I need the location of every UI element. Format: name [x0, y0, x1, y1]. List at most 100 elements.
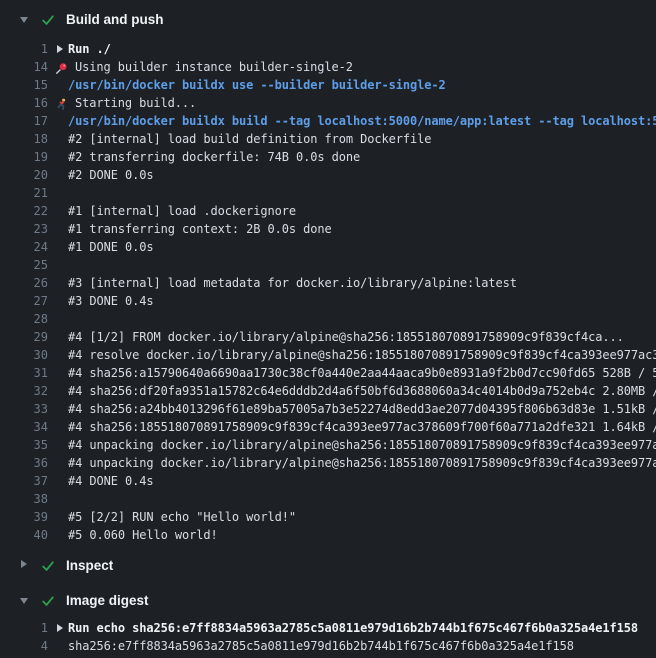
log-text: #3 [internal] load metadata for docker.i…: [68, 274, 656, 292]
log-line[interactable]: 39 #5 [2/2] RUN echo "Hello world!": [0, 508, 656, 526]
log-group-header-image-digest[interactable]: Image digest: [0, 590, 656, 610]
log-text: #2 [internal] load build definition from…: [68, 130, 656, 148]
log-line[interactable]: 15 /usr/bin/docker buildx use --builder …: [0, 76, 656, 94]
log-line[interactable]: 27 #3 DONE 0.4s: [0, 292, 656, 310]
log-line[interactable]: 16 Starting build...: [0, 94, 656, 112]
line-number-link[interactable]: 24: [0, 238, 48, 256]
group-title-image-digest: Image digest: [66, 592, 149, 610]
log-line[interactable]: 18 #2 [internal] load build definition f…: [0, 130, 656, 148]
log-text: sha256:e7ff8834a5963a2785c5a0811e979d16b…: [68, 637, 656, 655]
log-line[interactable]: 29 #4 [1/2] FROM docker.io/library/alpin…: [0, 328, 656, 346]
log-group-header-inspect[interactable]: Inspect: [0, 555, 656, 575]
log-text: #5 [2/2] RUN echo "Hello world!": [68, 508, 656, 526]
log-text: Run ./: [68, 40, 656, 58]
line-number-link[interactable]: 29: [0, 328, 48, 346]
log-line[interactable]: 26 #3 [internal] load metadata for docke…: [0, 274, 656, 292]
line-number-link[interactable]: 19: [0, 148, 48, 166]
line-number-link[interactable]: 33: [0, 400, 48, 418]
log-line[interactable]: 4 sha256:e7ff8834a5963a2785c5a0811e979d1…: [0, 637, 656, 655]
line-number-link[interactable]: 36: [0, 454, 48, 472]
group-title-build-and-push: Build and push: [66, 11, 164, 29]
log-line[interactable]: 19 #2 transferring dockerfile: 74B 0.0s …: [0, 148, 656, 166]
log-line[interactable]: 23 #1 transferring context: 2B 0.0s done: [0, 220, 656, 238]
log-line[interactable]: 1 Run ./: [0, 40, 656, 58]
line-number-link[interactable]: 16: [0, 94, 48, 112]
line-number-link[interactable]: 23: [0, 220, 48, 238]
success-check-icon: [41, 12, 55, 31]
chevron-down-icon[interactable]: [20, 598, 28, 604]
log-text: #4 sha256:df20fa9351a15782c64e6dddb2d4a6…: [68, 382, 656, 400]
log-group-header-build-and-push[interactable]: Build and push: [0, 9, 656, 29]
log-line[interactable]: 31 #4 sha256:a15790640a6690aa1730c38cf0a…: [0, 364, 656, 382]
line-number-link[interactable]: 18: [0, 130, 48, 148]
play-expander-icon[interactable]: [57, 45, 63, 53]
line-number-link[interactable]: 22: [0, 202, 48, 220]
line-number-link[interactable]: 34: [0, 418, 48, 436]
line-number-link[interactable]: 30: [0, 346, 48, 364]
log-line[interactable]: 28: [0, 310, 656, 328]
line-number-link[interactable]: 37: [0, 472, 48, 490]
log-text: Starting build...: [75, 94, 656, 112]
actions-log-panel: Build and push 1 Run ./ 14 Using builder…: [0, 0, 656, 658]
line-number-link[interactable]: 21: [0, 184, 48, 202]
success-check-icon: [41, 593, 55, 612]
log-line[interactable]: 37 #4 DONE 0.4s: [0, 472, 656, 490]
play-expander-icon[interactable]: [57, 624, 63, 632]
line-number-link[interactable]: 31: [0, 364, 48, 382]
line-number-link[interactable]: 32: [0, 382, 48, 400]
line-number-link[interactable]: 38: [0, 490, 48, 508]
chevron-down-icon[interactable]: [20, 17, 28, 23]
log-text: #1 DONE 0.0s: [68, 238, 656, 256]
log-line[interactable]: 38: [0, 490, 656, 508]
line-number-link[interactable]: 26: [0, 274, 48, 292]
line-number-link[interactable]: 15: [0, 76, 48, 94]
log-text: #4 resolve docker.io/library/alpine@sha2…: [68, 346, 656, 364]
log-text: #5 0.060 Hello world!: [68, 526, 656, 544]
log-text: #4 sha256:a15790640a6690aa1730c38cf0a440…: [68, 364, 656, 382]
log-text: #1 [internal] load .dockerignore: [68, 202, 656, 220]
line-number-link[interactable]: 4: [0, 637, 48, 655]
log-line[interactable]: 22 #1 [internal] load .dockerignore: [0, 202, 656, 220]
log-text: #2 DONE 0.0s: [68, 166, 656, 184]
log-line[interactable]: 25: [0, 256, 656, 274]
line-number-link[interactable]: 17: [0, 112, 48, 130]
chevron-right-icon[interactable]: [21, 560, 27, 568]
log-line[interactable]: 24 #1 DONE 0.0s: [0, 238, 656, 256]
line-number-link[interactable]: 14: [0, 58, 48, 76]
log-text: #4 [1/2] FROM docker.io/library/alpine@s…: [68, 328, 656, 346]
log-text: #4 unpacking docker.io/library/alpine@sh…: [68, 436, 656, 454]
log-text-command: /usr/bin/docker buildx use --builder bui…: [68, 76, 656, 94]
log-line[interactable]: 35 #4 unpacking docker.io/library/alpine…: [0, 436, 656, 454]
line-number-link[interactable]: 25: [0, 256, 48, 274]
success-check-icon: [41, 558, 55, 577]
log-line[interactable]: 1 Run echo sha256:e7ff8834a5963a2785c5a0…: [0, 619, 656, 637]
log-line[interactable]: 14 Using builder instance builder-single…: [0, 58, 656, 76]
pushpin-icon: [55, 60, 68, 73]
log-text: #4 sha256:185518070891758909c9f839cf4ca3…: [68, 418, 656, 436]
line-number-link[interactable]: 39: [0, 508, 48, 526]
line-number-link[interactable]: 1: [0, 40, 48, 58]
line-number-link[interactable]: 35: [0, 436, 48, 454]
line-number-link[interactable]: 20: [0, 166, 48, 184]
log-line[interactable]: 32 #4 sha256:df20fa9351a15782c64e6dddb2d…: [0, 382, 656, 400]
log-line[interactable]: 30 #4 resolve docker.io/library/alpine@s…: [0, 346, 656, 364]
log-lines-image-digest: 1 Run echo sha256:e7ff8834a5963a2785c5a0…: [0, 619, 656, 655]
log-text-command: /usr/bin/docker buildx build --tag local…: [68, 112, 656, 130]
log-line[interactable]: 33 #4 sha256:a24bb4013296f61e89ba57005a7…: [0, 400, 656, 418]
runner-icon: [55, 96, 68, 109]
log-line[interactable]: 21: [0, 184, 656, 202]
log-line[interactable]: 20 #2 DONE 0.0s: [0, 166, 656, 184]
line-number-link[interactable]: 1: [0, 619, 48, 637]
line-number-link[interactable]: 40: [0, 526, 48, 544]
log-text: #4 unpacking docker.io/library/alpine@sh…: [68, 454, 656, 472]
line-number-link[interactable]: 28: [0, 310, 48, 328]
log-line[interactable]: 40 #5 0.060 Hello world!: [0, 526, 656, 544]
log-text: #2 transferring dockerfile: 74B 0.0s don…: [68, 148, 656, 166]
log-text: #1 transferring context: 2B 0.0s done: [68, 220, 656, 238]
log-line[interactable]: 36 #4 unpacking docker.io/library/alpine…: [0, 454, 656, 472]
log-line[interactable]: 17 /usr/bin/docker buildx build --tag lo…: [0, 112, 656, 130]
log-text: #4 DONE 0.4s: [68, 472, 656, 490]
log-line[interactable]: 34 #4 sha256:185518070891758909c9f839cf4…: [0, 418, 656, 436]
line-number-link[interactable]: 27: [0, 292, 48, 310]
group-title-inspect: Inspect: [66, 557, 113, 575]
